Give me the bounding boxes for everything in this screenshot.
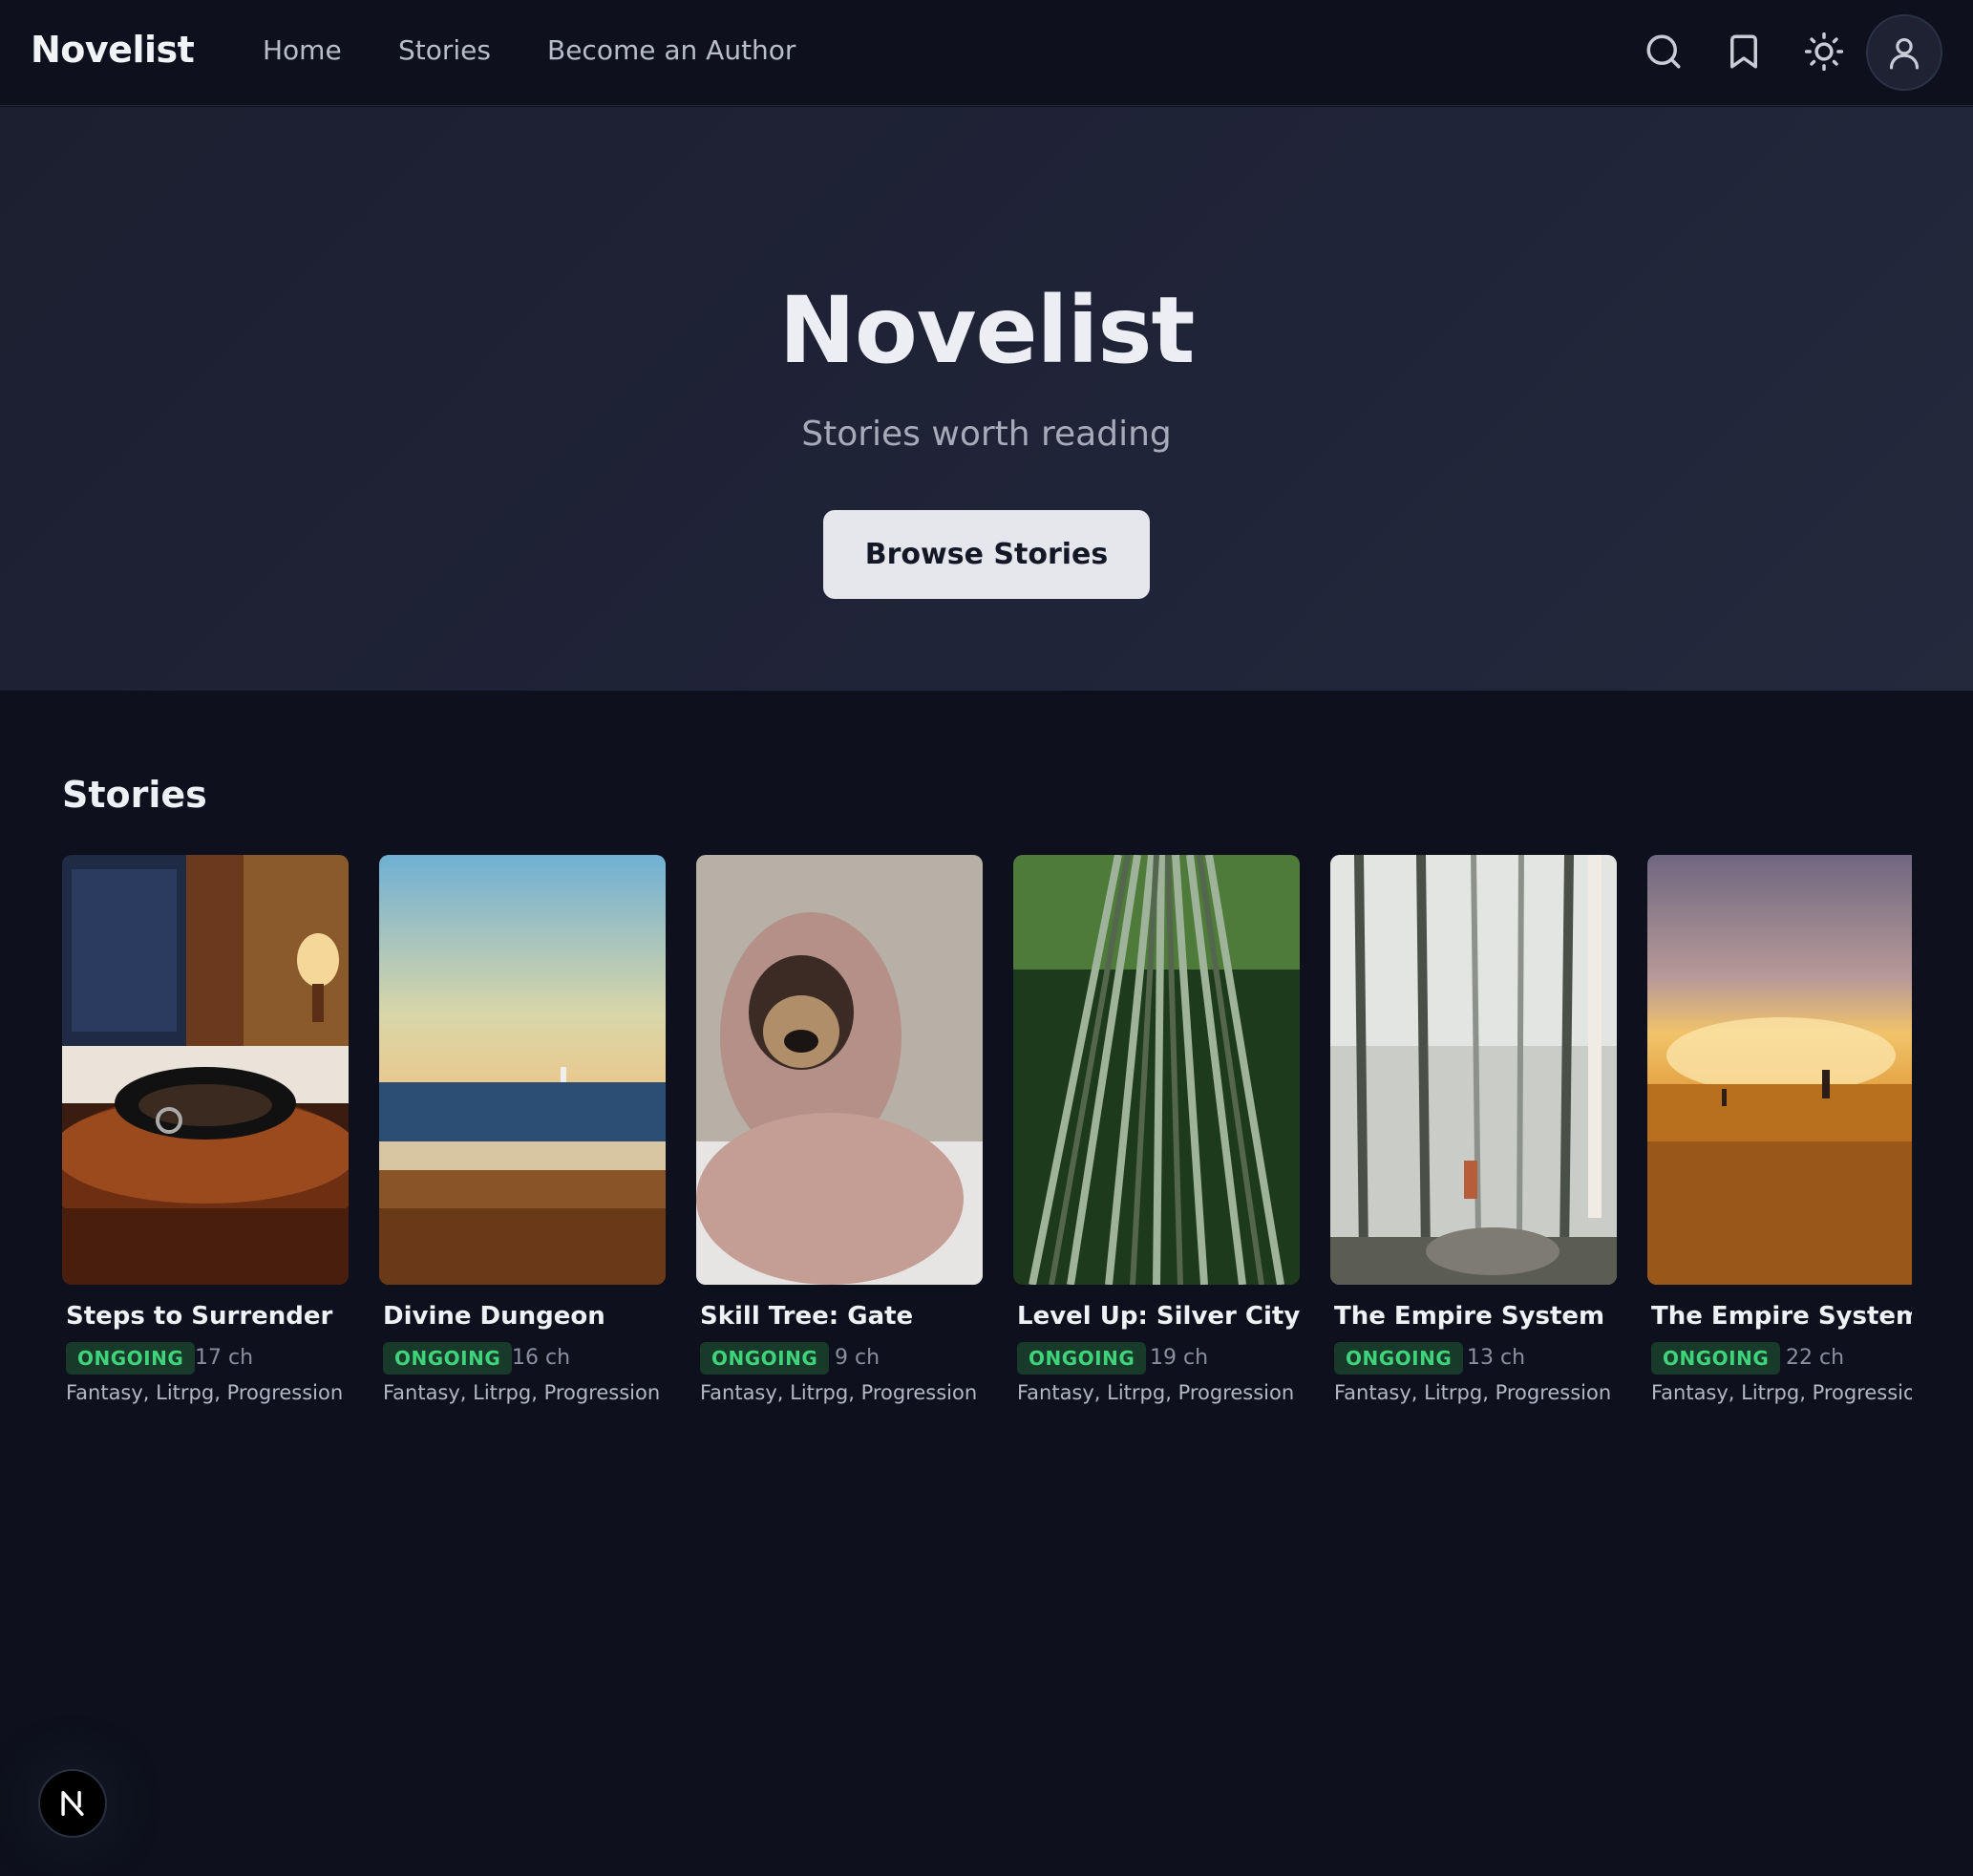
status-badge: ONGOING (1334, 1342, 1464, 1375)
story-genres: Fantasy, Litrpg, Progression (1334, 1381, 1612, 1404)
story-genres: Fantasy, Litrpg, Progression (383, 1381, 661, 1404)
chapter-count: 13 ch (1467, 1346, 1526, 1370)
status-badge: ONGOING (1651, 1342, 1781, 1375)
story-genres: Fantasy, Litrpg, Progression (700, 1381, 978, 1404)
story-card[interactable]: Steps to Surrender ONGOING 17 ch Fantasy… (62, 855, 349, 1428)
browse-stories-button[interactable]: Browse Stories (823, 510, 1150, 599)
story-card[interactable]: Divine Dungeon ONGOING 16 ch Fantasy, Li… (379, 855, 666, 1428)
user-menu-button[interactable] (1866, 14, 1942, 91)
story-title[interactable]: Steps to Surrender (66, 1302, 381, 1331)
story-cover-image (696, 855, 983, 1285)
sun-icon[interactable] (1804, 32, 1844, 72)
chapter-count: 22 ch (1786, 1346, 1845, 1370)
top-nav: Novelist Home Stories Become an Author (0, 0, 1973, 106)
hero-section: Novelist Stories worth reading Browse St… (0, 107, 1973, 691)
story-card[interactable]: Level Up: Silver City ONGOING 19 ch Fant… (1013, 855, 1300, 1428)
story-title[interactable]: The Empire System (1334, 1302, 1649, 1331)
chapter-count: 17 ch (195, 1346, 254, 1370)
nav-link-become-author[interactable]: Become an Author (547, 34, 796, 66)
story-card[interactable]: Skill Tree: Gate ONGOING 9 ch Fantasy, L… (696, 855, 983, 1428)
story-cover-image (379, 855, 666, 1285)
story-title[interactable]: Divine Dungeon (383, 1302, 698, 1331)
brand-logo[interactable]: Novelist (31, 29, 195, 71)
status-badge: ONGOING (1017, 1342, 1147, 1375)
story-card[interactable]: The Empire System ONGOING 13 ch Fantasy,… (1330, 855, 1617, 1428)
story-title[interactable]: Skill Tree: Gate (700, 1302, 1015, 1331)
story-genres: Fantasy, Litrpg, Progression (1017, 1381, 1295, 1404)
story-cover-image (62, 855, 349, 1285)
status-badge: ONGOING (700, 1342, 830, 1375)
story-card[interactable]: The Empire System ONGOING 22 ch Fantasy,… (1647, 855, 1912, 1428)
chapter-count: 9 ch (835, 1346, 880, 1370)
story-title[interactable]: The Empire System (1651, 1302, 1912, 1331)
story-genres: Fantasy, Litrpg, Progression (1651, 1381, 1912, 1404)
status-badge: ONGOING (383, 1342, 513, 1375)
story-cover-image (1013, 855, 1300, 1285)
nextjs-dev-badge[interactable] (38, 1769, 107, 1838)
user-icon (1889, 37, 1920, 70)
stories-carousel[interactable]: Steps to Surrender ONGOING 17 ch Fantasy… (62, 855, 1912, 1428)
hero-title: Novelist (778, 277, 1196, 384)
status-badge: ONGOING (66, 1342, 196, 1375)
story-title[interactable]: Level Up: Silver City (1017, 1302, 1332, 1331)
story-genres: Fantasy, Litrpg, Progression (66, 1381, 344, 1404)
hero-subtitle: Stories worth reading (801, 415, 1172, 454)
story-cover-image (1647, 855, 1912, 1285)
story-cover-image (1330, 855, 1617, 1285)
search-icon[interactable] (1644, 32, 1684, 72)
chapter-count: 19 ch (1150, 1346, 1209, 1370)
nav-link-stories[interactable]: Stories (398, 34, 491, 66)
nav-link-home[interactable]: Home (263, 34, 342, 66)
bookmark-icon[interactable] (1724, 32, 1764, 72)
n-logo-icon (61, 1790, 84, 1817)
chapter-count: 16 ch (512, 1346, 571, 1370)
stories-heading: Stories (62, 774, 207, 816)
